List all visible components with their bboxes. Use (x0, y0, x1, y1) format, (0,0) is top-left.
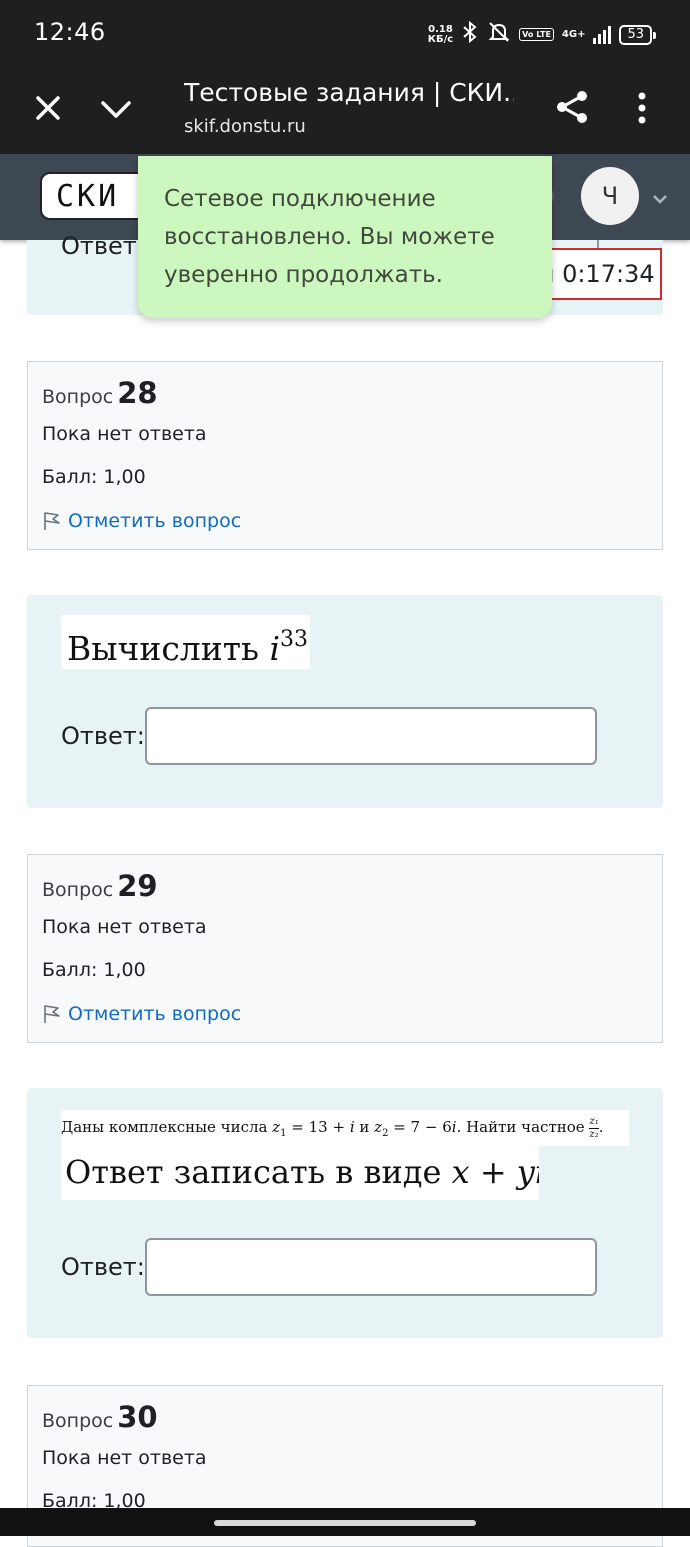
toast-message: Сетевое подключение восстановлено. Вы мо… (164, 186, 495, 288)
question-label: Вопрос 30 (42, 1400, 158, 1434)
answer-input[interactable] (145, 1238, 597, 1296)
flag-question-label[interactable]: Отметить вопрос (68, 1003, 241, 1025)
chevron-down-icon[interactable] (652, 190, 668, 204)
text-fragment: Даны комплексные числа (61, 1118, 273, 1136)
question-number: 28 (117, 376, 158, 410)
fraction: z₁ z₂ (589, 1115, 599, 1141)
browser-toolbar: Тестовые задания | СКИ... skif.donstu.ru (0, 68, 690, 154)
flag-icon (42, 1004, 62, 1024)
page-title: Тестовые задания | СКИ... (184, 78, 514, 107)
network-speed-unit: КБ/с (427, 33, 454, 45)
share-icon[interactable] (554, 88, 592, 126)
flag-icon (42, 511, 62, 531)
answer-label: Ответ: (61, 232, 145, 260)
question-text-line-1: Даны комплексные числа z1 = 13 + i и z2 … (61, 1110, 629, 1146)
text-fragment: Ответ записать в виде (65, 1153, 452, 1191)
question-state: Пока нет ответа (42, 1447, 207, 1469)
close-icon[interactable] (30, 90, 66, 126)
question-grade: Балл: 1,00 (42, 959, 146, 981)
network-type: 4G+ (561, 28, 586, 40)
question-state: Пока нет ответа (42, 916, 207, 938)
question-number: 29 (117, 869, 158, 903)
volte-icon: Vo LTE (519, 28, 554, 41)
text-fragment: + (469, 1153, 517, 1191)
question-29-info: Вопрос 29 Пока нет ответа Балл: 1,00 Отме… (27, 854, 663, 1043)
fraction-numerator: z₁ (589, 1115, 599, 1129)
more-menu-icon[interactable] (630, 90, 654, 126)
question-label-text: Вопрос (42, 386, 114, 408)
text-var: x (451, 1153, 470, 1191)
text-var: yi (516, 1153, 539, 1191)
question-29-formulation: Даны комплексные числа z1 = 13 + i и z2 … (27, 1088, 663, 1338)
text-fragment: = 13 + (286, 1118, 350, 1136)
question-label-text: Вопрос (42, 1410, 114, 1432)
page-url: skif.donstu.ru (184, 116, 306, 137)
fraction-denominator: z₂ (589, 1128, 599, 1140)
question-text-var: i (269, 629, 281, 668)
question-text-exp: 33 (280, 627, 309, 652)
status-bar: 12:46 0.18 КБ/с Vo LTE 4G+ 53 (0, 0, 690, 68)
text-fragment: = 7 − 6 (388, 1118, 452, 1136)
question-state: Пока нет ответа (42, 423, 207, 445)
answer-input[interactable] (145, 707, 597, 765)
text-var: z (374, 1118, 383, 1136)
answer-label: Ответ: (61, 1253, 145, 1281)
question-text-line-2: Ответ записать в виде x + yi (61, 1146, 539, 1200)
timer-value: 0:17:34 (562, 260, 655, 288)
connection-toast: Сетевое подключение восстановлено. Вы мо… (138, 156, 552, 318)
bluetooth-icon (461, 20, 479, 49)
question-number: 30 (117, 1400, 158, 1434)
flag-question-label[interactable]: Отметить вопрос (68, 510, 241, 532)
question-text: Вычислить i33 (61, 615, 310, 669)
text-fragment: . Найти частное (456, 1118, 590, 1136)
question-28-formulation: Вычислить i33 Ответ: (27, 595, 663, 808)
answer-label: Ответ: (61, 722, 145, 750)
home-indicator[interactable] (214, 1520, 476, 1526)
question-text-main: Вычислить (67, 629, 270, 668)
question-grade: Балл: 1,00 (42, 466, 146, 488)
flag-question-link[interactable]: Отметить вопрос (42, 510, 241, 532)
text-fragment: и (354, 1118, 375, 1136)
question-label: Вопрос 29 (42, 869, 158, 903)
network-speed-value: 0.18 (428, 23, 453, 35)
gesture-bar (0, 1508, 690, 1536)
flag-question-link[interactable]: Отметить вопрос (42, 1003, 241, 1025)
question-label: Вопрос 28 (42, 376, 158, 410)
status-icons: 0.18 КБ/с Vo LTE 4G+ 53 (427, 20, 656, 49)
bell-muted-icon (487, 20, 511, 49)
text-var: z (272, 1118, 281, 1136)
network-speed: 0.18 КБ/с (427, 23, 454, 45)
question-28-info: Вопрос 28 Пока нет ответа Балл: 1,00 Отме… (27, 361, 663, 550)
text-fragment: . (598, 1118, 604, 1136)
status-time: 12:46 (34, 18, 106, 46)
avatar[interactable]: Ч (581, 167, 639, 225)
chevron-down-icon[interactable] (98, 92, 134, 128)
battery-icon: 53 (619, 24, 656, 45)
question-label-text: Вопрос (42, 879, 114, 901)
signal-icon (593, 25, 612, 44)
